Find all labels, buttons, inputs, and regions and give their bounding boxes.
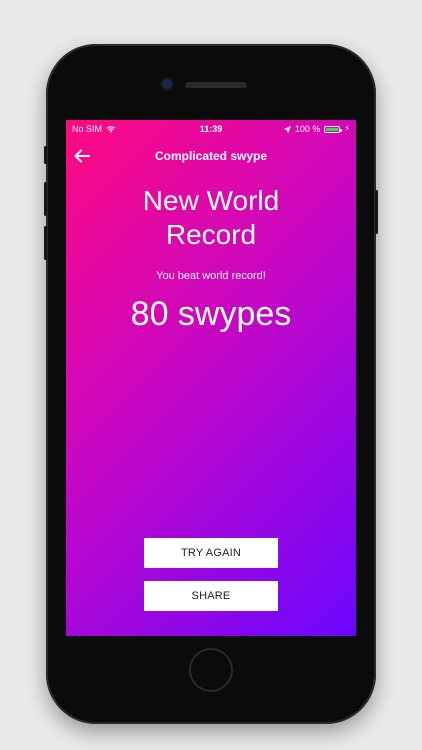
front-camera — [162, 79, 172, 89]
nav-bar: Complicated swype — [66, 144, 356, 168]
nav-title: Complicated swype — [154, 149, 268, 163]
location-arrow-icon — [283, 125, 291, 133]
battery-icon — [324, 125, 343, 133]
app-screen: No SIM 11:39 100 % ⚡ Complicated swype N… — [66, 120, 356, 636]
home-button[interactable] — [189, 648, 233, 692]
phone-volume-down — [44, 226, 47, 260]
battery-level-fill — [326, 127, 339, 131]
phone-volume-up — [44, 182, 47, 216]
try-again-button[interactable]: TRY AGAIN — [144, 538, 278, 568]
share-button[interactable]: SHARE — [144, 581, 278, 611]
charging-bolt-icon: ⚡ — [344, 124, 350, 133]
score-value: 80 swypes — [130, 295, 292, 333]
phone-power-button — [375, 190, 378, 234]
headline: New World Record — [66, 184, 356, 252]
earpiece-speaker — [185, 82, 247, 88]
subtitle: You beat world record! — [156, 270, 266, 282]
headline-line-1: New World — [142, 185, 280, 216]
status-bar: No SIM 11:39 100 % ⚡ — [66, 120, 356, 138]
phone-mute-switch — [44, 146, 47, 164]
headline-line-2: Record — [165, 219, 257, 250]
battery-percent: 100 % — [294, 124, 321, 134]
